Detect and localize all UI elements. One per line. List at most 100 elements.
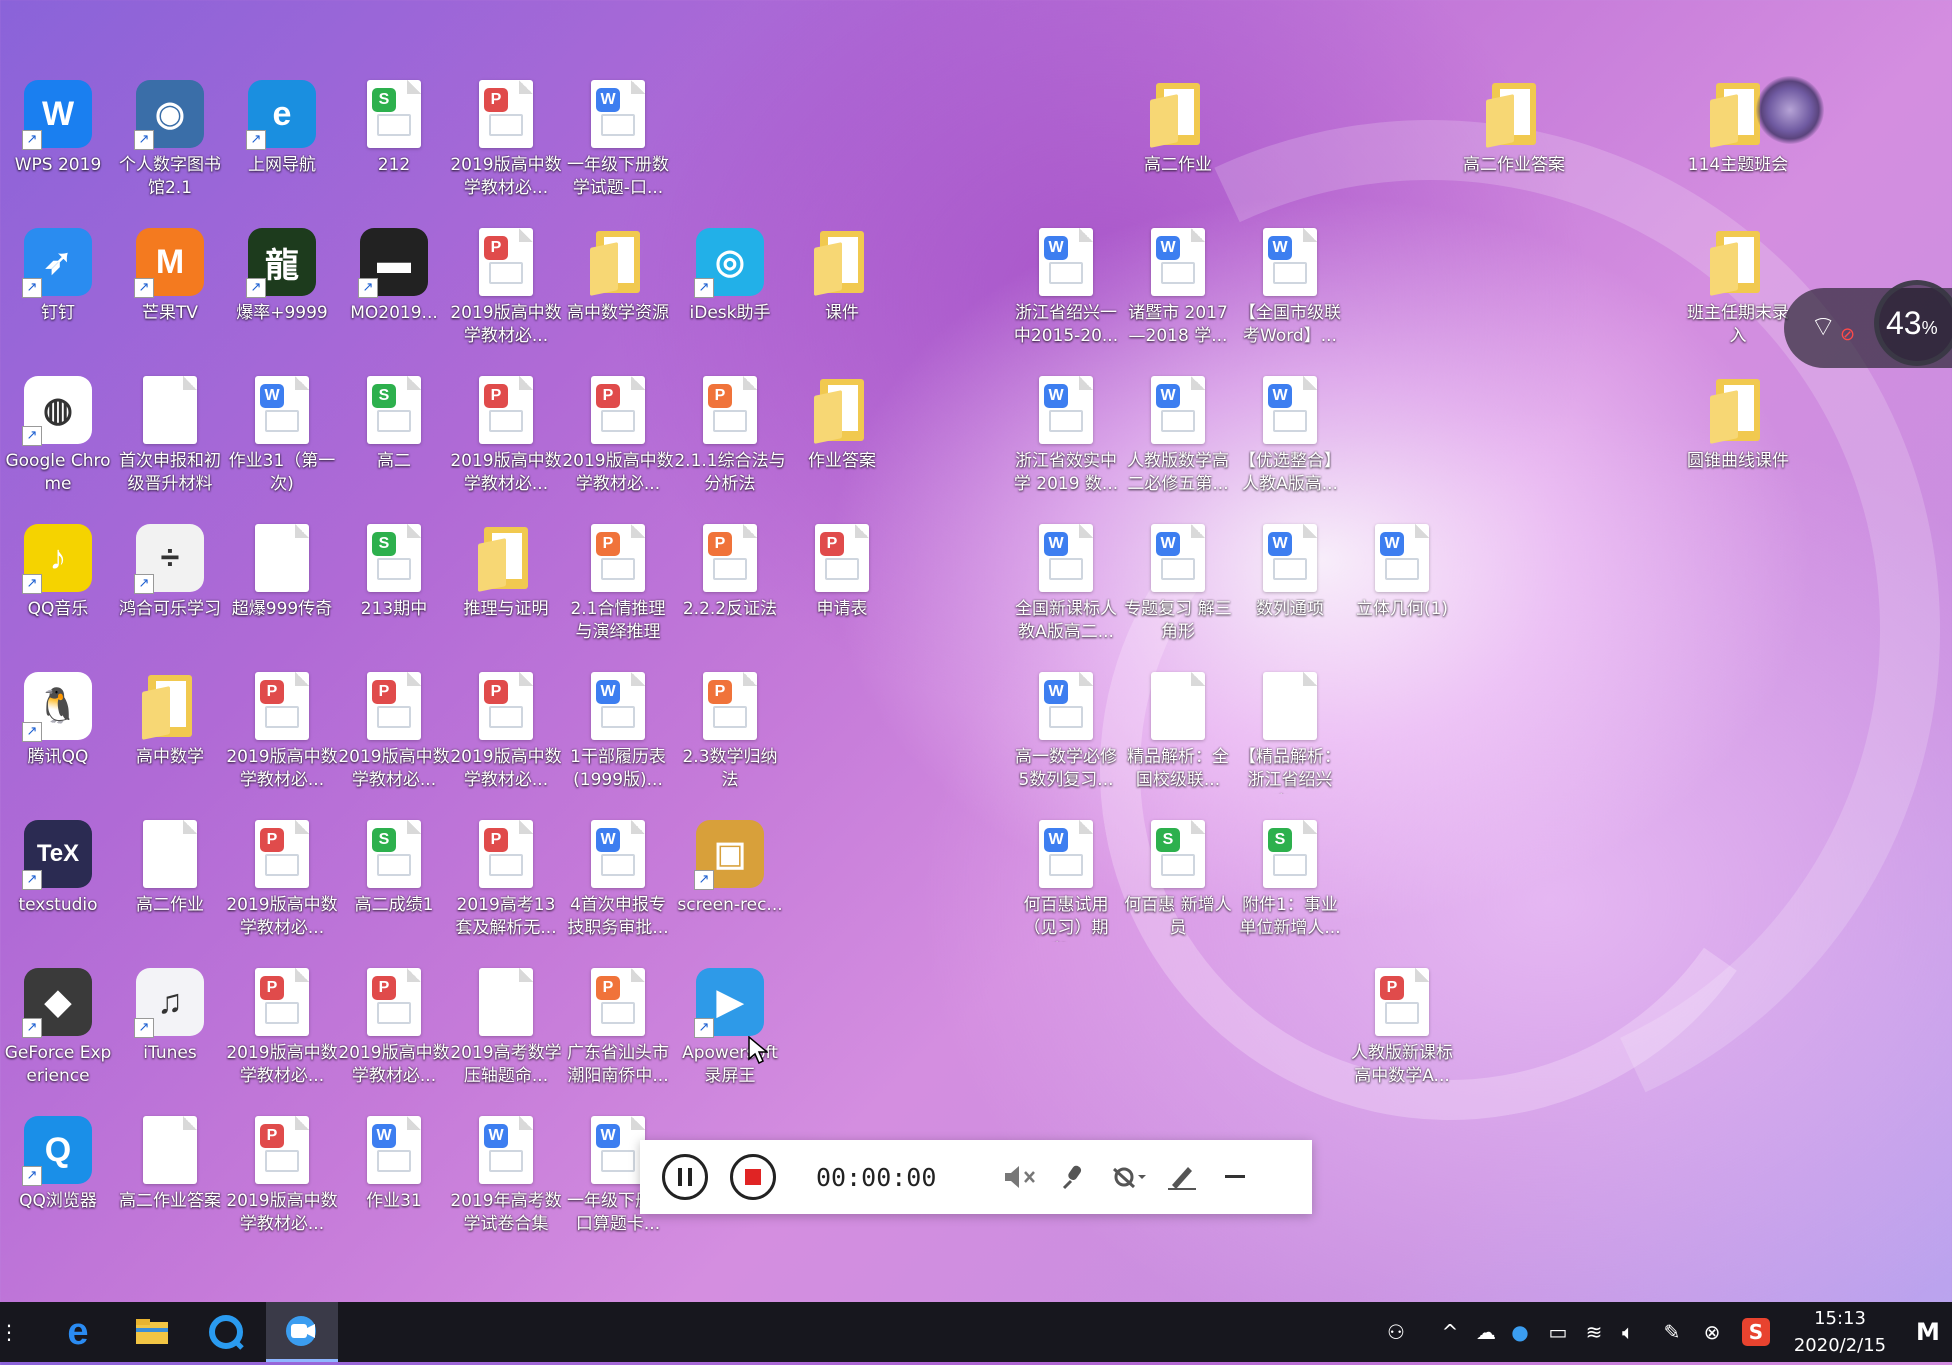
dingtalk-tray-icon[interactable]: ● <box>1506 1318 1534 1346</box>
desktop-icon[interactable]: 高中数学 <box>114 670 226 814</box>
desktop-icon[interactable]: P2019版高中数学教材必... <box>450 670 562 814</box>
desktop-icon[interactable]: 高二作业 <box>114 818 226 962</box>
desktop-icon[interactable]: P 广东省汕头市潮阳南侨中... <box>562 966 674 1110</box>
desktop-icon[interactable]: P2019版高中数学教材必... <box>562 374 674 518</box>
task-view-icon[interactable]: ⋮ <box>0 1302 19 1362</box>
desktop-icon[interactable]: 2019高考数学压轴题命... <box>450 966 562 1110</box>
desktop-icon[interactable]: P2019版高中数学教材必... <box>226 966 338 1110</box>
desktop-icon[interactable]: W 1干部履历表(1999版)... <box>562 670 674 814</box>
input-mode-indicator[interactable]: M <box>1914 1318 1942 1346</box>
desktop-icon[interactable]: 高二作业答案 <box>114 1114 226 1258</box>
taskbar-apowersoft-recorder[interactable] <box>266 1302 338 1362</box>
desktop-icon[interactable]: W 立体几何(1) <box>1346 522 1458 666</box>
desktop-icon[interactable]: P2019版高中数学教材必... <box>226 670 338 814</box>
desktop-icon[interactable]: 龍 ↗ 爆率+9999 <box>226 226 338 370</box>
desktop-icon[interactable]: P 申请表 <box>786 522 898 666</box>
desktop-icon[interactable]: P2019版高中数学教材必... <box>450 78 562 222</box>
show-hidden-icons-chevron-icon[interactable]: ^ <box>1436 1318 1464 1346</box>
desktop-icon[interactable]: ▣ ↗ screen-rec... <box>674 818 786 962</box>
desktop-icon[interactable]: P 2.2.2反证法 <box>674 522 786 666</box>
desktop-icon[interactable]: 高二作业 <box>1122 78 1234 222</box>
taskbar-edge[interactable]: e <box>48 1302 108 1362</box>
desktop-icon[interactable]: S213 <box>338 0 450 24</box>
pause-button[interactable] <box>662 1154 708 1200</box>
desktop-icon[interactable]: W一年级数学下册试题·《... <box>674 0 786 24</box>
taskbar-qq-browser[interactable] <box>196 1302 256 1362</box>
minimize-button[interactable] <box>1216 1157 1256 1197</box>
close-circle-icon[interactable]: ⊗ <box>1698 1318 1726 1346</box>
desktop-icon[interactable]: 超爆999传奇 <box>226 522 338 666</box>
desktop-icon[interactable]: W ↗ WPS 2019 <box>2 78 114 222</box>
desktop-icon[interactable]: W 【全国市级联考Word】... <box>1234 226 1346 370</box>
desktop-icon[interactable]: P2019版高中数学教材必... <box>450 0 562 24</box>
desktop-icon[interactable]: S 何百惠 新增人员 <box>1122 818 1234 962</box>
battery-icon[interactable]: ▭ <box>1544 1318 1572 1346</box>
desktop-icon[interactable]: TeX ↗ texstudio <box>2 818 114 962</box>
desktop-icon[interactable]: W 浙江省效实中学 2019 数... <box>1010 374 1122 518</box>
stop-button[interactable] <box>730 1154 776 1200</box>
desktop-icon[interactable]: ♪ ↗ QQ音乐 <box>2 522 114 666</box>
volume-icon[interactable]: 🔈︎ <box>1614 1318 1642 1346</box>
desktop-icon[interactable]: 【精品解析：浙江省绍兴市... <box>1234 670 1346 814</box>
desktop-icon[interactable]: W 2019年高考数学试卷合集 <box>450 1114 562 1258</box>
desktop-icon[interactable]: W 全国新课标人教A版高二... <box>1010 522 1122 666</box>
desktop-icon[interactable]: ◎ ↗ iDesk助手 <box>674 226 786 370</box>
desktop-icon[interactable]: M ↗ 芒果TV <box>114 226 226 370</box>
desktop-icon[interactable]: 高中数学资源 <box>562 226 674 370</box>
desktop-icon[interactable]: ➶ ↗ 钉钉 <box>2 226 114 370</box>
desktop-icon[interactable]: 课件 <box>786 226 898 370</box>
desktop-icon[interactable]: W 人教版数学高二必修五第... <box>1122 374 1234 518</box>
desktop-icon[interactable]: P 2019高考13套及解析无... <box>450 818 562 962</box>
desktop-icon[interactable]: e ↗ 上网导航 <box>226 78 338 222</box>
desktop-icon[interactable]: ▶ ↗ Apowersoft录屏王 <box>674 966 786 1110</box>
desktop-icon[interactable]: W 【优选整合】人教A版高... <box>1234 374 1346 518</box>
desktop-icon[interactable]: S 213期中 <box>338 522 450 666</box>
desktop-icon[interactable]: W 作业31（第一次) <box>226 374 338 518</box>
microphone-button[interactable] <box>1054 1157 1094 1197</box>
desktop-icon[interactable]: P2019版高中数学教材必... <box>226 1114 338 1258</box>
desktop-icon[interactable]: P2019版高中数学教材必... <box>226 818 338 962</box>
desktop-icon[interactable]: W 专题复习 解三角形 <box>1122 522 1234 666</box>
desktop-icon[interactable]: W一年级下册数学试题 暑假... <box>562 0 674 24</box>
taskbar-clock[interactable]: 15:13 2020/2/15 <box>1780 1302 1900 1365</box>
desktop-icon[interactable]: 圆锥曲线课件 <box>1682 374 1794 518</box>
desktop-icon[interactable]: S 高二 <box>338 374 450 518</box>
pen-tray-icon[interactable]: ✎ <box>1658 1318 1686 1346</box>
desktop-icon[interactable]: P2019版高中数学教材必... <box>450 374 562 518</box>
wifi-icon[interactable]: ≋ <box>1580 1318 1608 1346</box>
desktop-icon[interactable]: P2019版高中数学教材必... <box>338 966 450 1110</box>
desktop-icon[interactable]: W 作业31 <box>338 1114 450 1258</box>
desktop-icon[interactable]: 高二作业答案 <box>1458 78 1570 222</box>
desktop-icon[interactable]: W 何百惠试用（见习）期考... <box>1010 818 1122 962</box>
annotate-button[interactable] <box>1162 1157 1202 1197</box>
desktop-icon[interactable]: W 高一数学必修5数列复习... <box>1010 670 1122 814</box>
camera-toggle-button[interactable] <box>1108 1157 1148 1197</box>
desktop-icon[interactable]: P 2.1.1综合法与分析法 <box>674 374 786 518</box>
desktop-icon[interactable]: S 高二成绩1 <box>338 818 450 962</box>
desktop-icon[interactable]: W2018年杭州市高一第二... <box>226 0 338 24</box>
desktop-icon[interactable]: P 2.3数学归纳法 <box>674 670 786 814</box>
desktop-icon[interactable]: P 人教版新课标高中数学A... <box>1346 966 1458 1110</box>
desktop-icon[interactable]: ♫ ↗ iTunes <box>114 966 226 1110</box>
desktop-icon[interactable]: ▬ ↗ MO2019... <box>338 226 450 370</box>
desktop-icon[interactable]: Q ↗ QQ浏览器 <box>2 1114 114 1258</box>
desktop-icon[interactable]: C↗CAJViewer 7.2 <box>114 0 226 24</box>
desktop-icon[interactable]: S 212 <box>338 78 450 222</box>
desktop-icon[interactable]: ÷ ↗ 鸿合可乐学习 <box>114 522 226 666</box>
desktop-icon[interactable]: 首次申报和初级晋升材料 <box>114 374 226 518</box>
desktop-icon[interactable]: P 2.1合情推理与演绎推理 <box>562 522 674 666</box>
desktop-icon[interactable]: P2019版高中数学教材必... <box>450 226 562 370</box>
mute-speaker-button[interactable] <box>1000 1157 1040 1197</box>
desktop-icon[interactable]: ✉↗微信 <box>2 0 114 24</box>
desktop-icon[interactable]: W 4首次申报专技职务审批... <box>562 818 674 962</box>
desktop-icon[interactable]: P2019版高中数学教材必... <box>338 670 450 814</box>
desktop-icon[interactable]: W 诸暨市 2017—2018 学... <box>1122 226 1234 370</box>
floating-assistant-ball[interactable] <box>1756 76 1824 144</box>
desktop-icon[interactable]: e3c2fbcb0... <box>1010 0 1122 24</box>
desktop-icon[interactable]: ◍ ↗ Google Chrome <box>2 374 114 518</box>
desktop-icon[interactable]: W 浙江省绍兴一中2015-20... <box>1010 226 1122 370</box>
desktop-icon[interactable]: ◉ ↗ 个人数字图书馆2.1 <box>114 78 226 222</box>
desktop-icon[interactable]: 作业答案 <box>786 374 898 518</box>
taskbar-file-explorer[interactable] <box>122 1302 182 1362</box>
sogou-ime-icon[interactable]: S <box>1742 1318 1770 1346</box>
